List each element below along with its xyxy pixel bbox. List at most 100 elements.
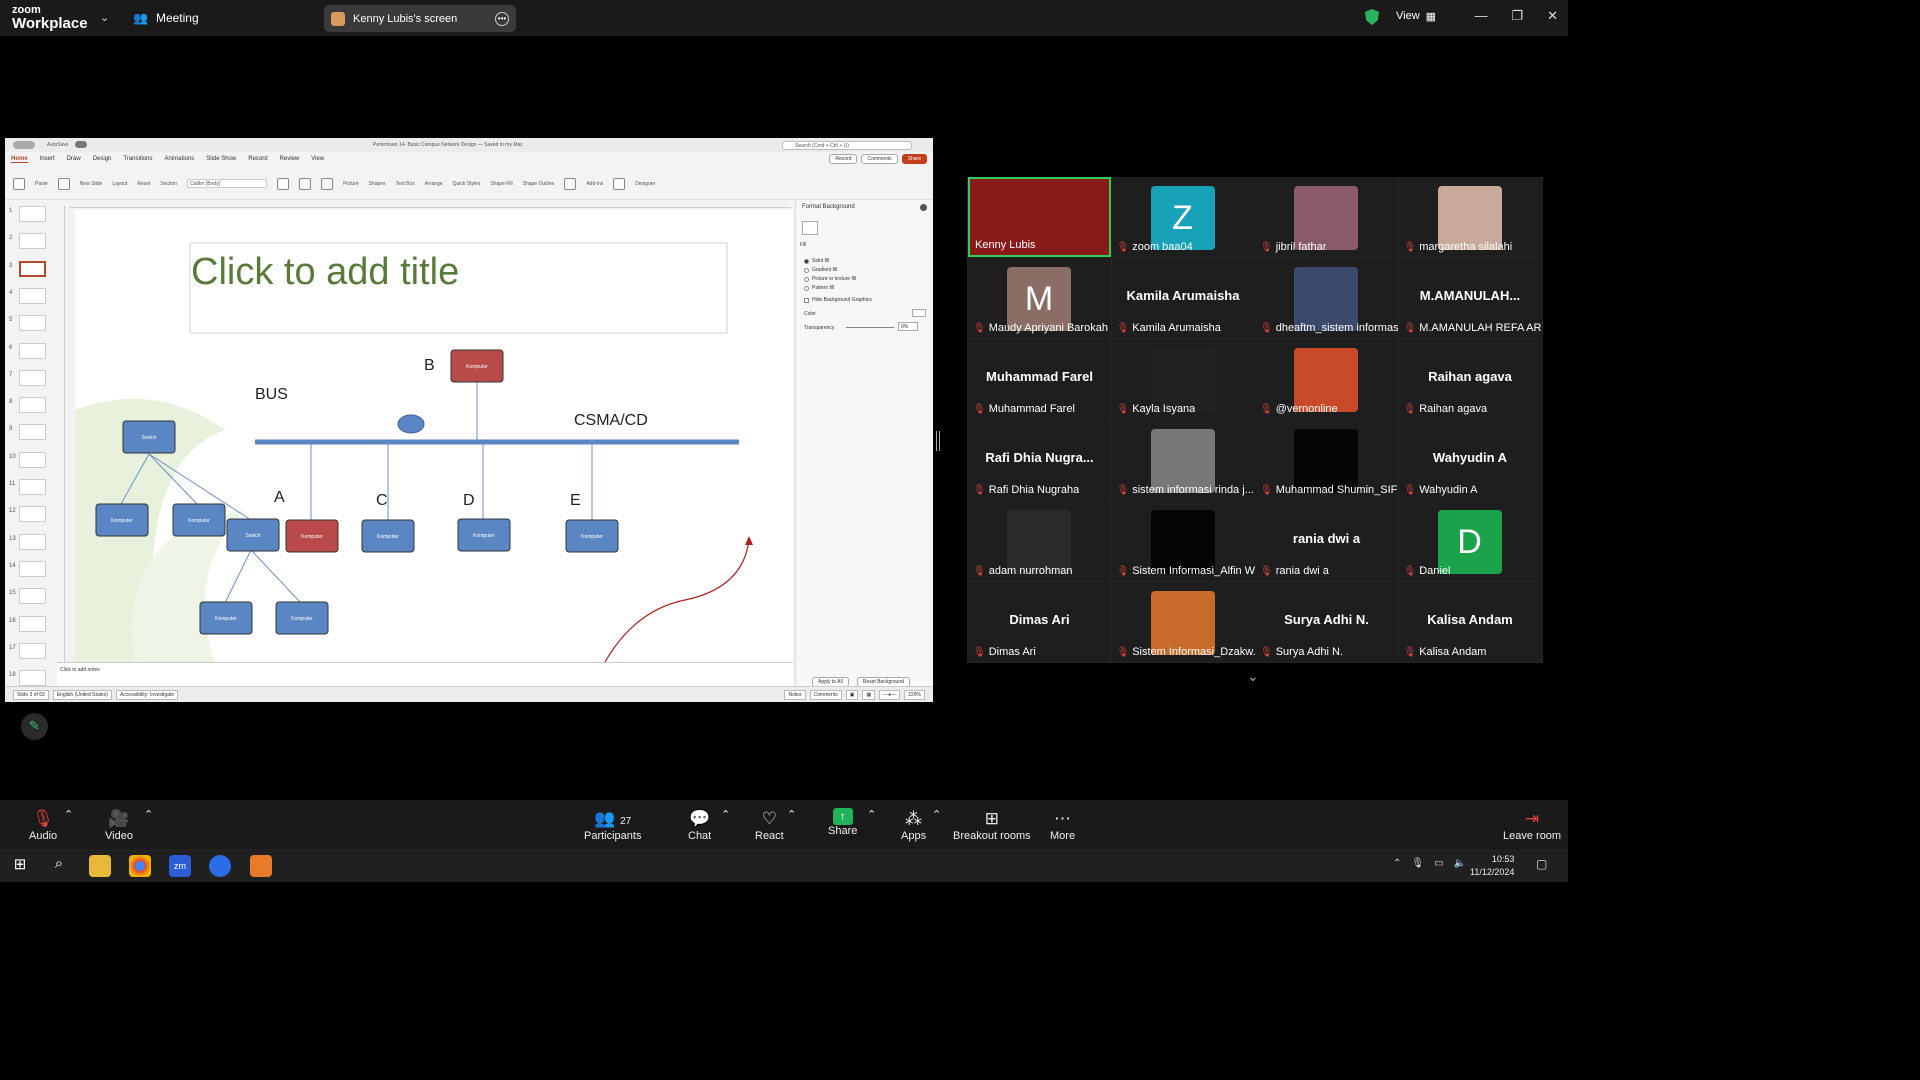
- tab-slide-show[interactable]: Slide Show: [206, 156, 236, 162]
- shape-fill-button[interactable]: Shape Fill: [490, 181, 512, 187]
- red-arrow-curve[interactable]: [604, 539, 750, 662]
- participant-tile[interactable]: Kamila Arumaisha 🎙 Kamila Arumaisha: [1111, 258, 1255, 338]
- participant-tile[interactable]: Muhammad Farel 🎙 Muhammad Farel: [968, 339, 1111, 419]
- breakout-rooms-button[interactable]: ⊞ Breakout rooms: [953, 808, 1031, 842]
- picture-icon[interactable]: [321, 177, 334, 190]
- slide-thumbnail[interactable]: [19, 560, 46, 577]
- pc-left-2[interactable]: Komputer: [172, 503, 226, 537]
- participant-tile[interactable]: 🎙 adam nurrohman: [968, 501, 1111, 581]
- meeting-info-button[interactable]: 👥 Meeting: [133, 11, 199, 25]
- participant-tile[interactable]: 🎙 Sistem Informasi_Dzakw...: [1111, 582, 1255, 662]
- tab-review[interactable]: Review: [280, 156, 300, 162]
- video-button[interactable]: 🎥 Video: [105, 808, 133, 842]
- node-a[interactable]: Komputer: [285, 519, 339, 553]
- encryption-shield-icon[interactable]: [1365, 9, 1379, 25]
- slide-thumbnail[interactable]: [19, 233, 46, 250]
- windows-start-icon[interactable]: ⊞: [9, 855, 31, 877]
- node-c[interactable]: Komputer: [361, 519, 415, 553]
- slide-thumbnail[interactable]: [19, 206, 46, 222]
- file-explorer-icon[interactable]: [89, 855, 111, 877]
- tab-draw[interactable]: Draw: [67, 156, 81, 162]
- arrange-button[interactable]: Arrange: [425, 181, 443, 187]
- microphone-icon[interactable]: 🎙: [1411, 858, 1424, 869]
- accessibility-button[interactable]: Accessibility: Investigate: [115, 689, 179, 700]
- tab-design[interactable]: Design: [93, 156, 112, 162]
- leave-room-button[interactable]: ⇥ Leave room: [1503, 808, 1561, 842]
- participant-tile[interactable]: Rafi Dhia Nugra... 🎙 Rafi Dhia Nugraha: [968, 420, 1111, 500]
- designer-icon[interactable]: [613, 177, 626, 190]
- participant-tile[interactable]: 🎙 Kayla Isyana: [1111, 339, 1255, 419]
- participant-tile[interactable]: Surya Adhi N. 🎙 Surya Adhi N.: [1255, 582, 1398, 662]
- section-button[interactable]: Section: [160, 181, 177, 187]
- apps-options-icon[interactable]: ⌃: [932, 808, 941, 821]
- close-pane-icon[interactable]: [920, 204, 927, 211]
- participant-tile[interactable]: 🎙 Muhammad Shumin_SIF11: [1255, 420, 1398, 500]
- autosave-toggle[interactable]: [75, 141, 87, 148]
- audio-button[interactable]: 🎙 Audio: [29, 808, 57, 842]
- pc-bottom-1[interactable]: Komputer: [199, 601, 253, 635]
- bold-icon[interactable]: [277, 177, 290, 190]
- slide-thumbnail[interactable]: [19, 315, 46, 332]
- slide-thumbnail[interactable]: [19, 670, 46, 687]
- color-picker[interactable]: [912, 309, 926, 317]
- normal-view-icon[interactable]: ▣: [845, 689, 859, 700]
- chevron-down-icon[interactable]: ⌄: [100, 11, 109, 24]
- slide-thumbnail[interactable]: [19, 642, 46, 659]
- slide-thumbnail[interactable]: [19, 588, 46, 605]
- ppt-search-input[interactable]: Search (Cmd + Ctrl + U): [782, 141, 912, 150]
- chat-button[interactable]: 💬 Chat: [688, 808, 711, 842]
- slide-sorter-icon[interactable]: ▦: [862, 689, 876, 700]
- view-splitter[interactable]: [936, 431, 940, 451]
- add-ins-icon[interactable]: [564, 177, 577, 190]
- screen-share-pill[interactable]: Kenny Lubis's screen •••: [324, 5, 516, 32]
- share-button[interactable]: Share: [901, 154, 927, 164]
- chrome-profile-icon[interactable]: [250, 855, 272, 877]
- switch-1[interactable]: Switch: [122, 420, 176, 454]
- participant-tile[interactable]: 🎙 margaretha silalahi: [1398, 177, 1542, 257]
- slide-title[interactable]: Click to add title: [191, 251, 459, 293]
- participant-tile[interactable]: Kenny Lubis: [968, 177, 1111, 257]
- participant-tile[interactable]: Wahyudin A 🎙 Wahyudin A: [1398, 420, 1542, 500]
- quick-styles-button[interactable]: Quick Styles: [453, 181, 481, 187]
- language-indicator[interactable]: English (United States): [52, 689, 112, 700]
- close-icon[interactable]: ✕: [1547, 8, 1558, 24]
- align-icon[interactable]: [299, 177, 312, 190]
- network-icon[interactable]: ▭: [1434, 858, 1443, 869]
- layout-button[interactable]: Layout: [112, 181, 127, 187]
- chrome-icon[interactable]: [129, 855, 151, 877]
- option-picture-fill[interactable]: Picture or texture fill: [804, 276, 856, 282]
- participant-tile[interactable]: Raihan agava 🎙 Raihan agava: [1398, 339, 1542, 419]
- participant-tile[interactable]: M.AMANULAH... 🎙 M.AMANULAH REFA AR...: [1398, 258, 1542, 338]
- participant-tile[interactable]: 🎙 @vernonline: [1255, 339, 1398, 419]
- participant-tile[interactable]: M 🎙 Maudy Apriyani Barokah: [968, 258, 1111, 338]
- view-button[interactable]: View ▦: [1396, 10, 1436, 23]
- node-e[interactable]: Komputer: [565, 519, 619, 553]
- video-options-icon[interactable]: ⌃: [144, 808, 153, 821]
- more-options-icon[interactable]: •••: [495, 11, 509, 26]
- react-button[interactable]: ♡ React: [755, 808, 784, 842]
- slide-thumbnail[interactable]: [19, 533, 46, 550]
- node-b[interactable]: Komputer: [450, 349, 504, 383]
- zoom-app-icon[interactable]: zm: [169, 855, 191, 877]
- node-d[interactable]: Komputer: [457, 518, 511, 552]
- participant-tile[interactable]: 🎙 dheaftm_sistem informasi: [1255, 258, 1398, 338]
- participant-tile[interactable]: 🎙 sistem informasi rinda j...: [1111, 420, 1255, 500]
- participant-tile[interactable]: D 🎙 Daniel: [1398, 501, 1542, 581]
- notes-toggle[interactable]: Notes: [784, 689, 806, 700]
- annotate-pen-icon[interactable]: ✎: [21, 713, 48, 740]
- participant-tile[interactable]: Dimas Ari 🎙 Dimas Ari: [968, 582, 1111, 662]
- slide-thumbnail[interactable]: [19, 342, 46, 359]
- option-gradient-fill[interactable]: Gradient fill: [804, 267, 837, 273]
- notes-area[interactable]: Click to add notes: [57, 662, 793, 686]
- pc-bottom-2[interactable]: Komputer: [275, 601, 329, 635]
- slide-thumbnail[interactable]: [19, 369, 46, 386]
- slide-thumbnail[interactable]: [19, 451, 46, 468]
- participant-tile[interactable]: 🎙 jibril fathar: [1255, 177, 1398, 257]
- more-button[interactable]: ⋯ More: [1050, 808, 1075, 842]
- audio-options-icon[interactable]: ⌃: [64, 808, 73, 821]
- comments-toggle[interactable]: Comments: [809, 689, 842, 700]
- restore-icon[interactable]: ❐: [1511, 8, 1523, 24]
- search-icon[interactable]: ⌕: [48, 855, 70, 877]
- tab-home[interactable]: Home: [11, 156, 28, 163]
- zoom-logo[interactable]: zoom Workplace: [12, 5, 88, 32]
